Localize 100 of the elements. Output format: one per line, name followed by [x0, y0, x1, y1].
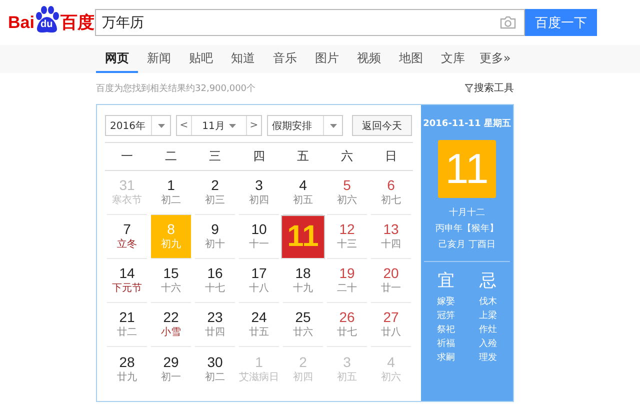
- month-select[interactable]: < 11月 >: [176, 115, 262, 136]
- lunar-date: 初七: [381, 194, 401, 208]
- day-cell[interactable]: 5 初六: [327, 171, 367, 215]
- weekday-label: 三: [208, 148, 222, 165]
- day-number: 3: [343, 354, 351, 370]
- suitable-item: 冠笄: [437, 310, 455, 323]
- day-number: 19: [339, 265, 355, 282]
- day-number: 3: [255, 177, 263, 194]
- year-select[interactable]: 2016年: [105, 115, 171, 136]
- day-number: 15: [163, 265, 179, 282]
- day-cell[interactable]: 28 廿九: [107, 347, 147, 391]
- day-number: 28: [119, 354, 135, 370]
- day-number: 8: [167, 221, 175, 238]
- day-number: 23: [207, 309, 223, 326]
- day-cell[interactable]: 24 廿五: [239, 303, 279, 347]
- day-number: 2: [299, 354, 307, 370]
- day-cell[interactable]: 19 二十: [327, 259, 367, 303]
- avoid-item: 作灶: [479, 324, 497, 337]
- lunar-date: 廿五: [249, 326, 269, 340]
- lunar-date: 初一: [161, 370, 181, 384]
- lunar-date: 十四: [381, 238, 401, 252]
- lunar-date: 初四: [249, 194, 269, 208]
- day-cell[interactable]: 14 下元节: [107, 259, 147, 303]
- day-cell[interactable]: 20 廿一: [371, 259, 411, 303]
- lunar-date: 初四: [293, 370, 313, 384]
- day-cell[interactable]: 12 十三: [327, 215, 367, 259]
- selected-date: 2016-11-11 星期五: [423, 118, 511, 130]
- day-number: 29: [163, 354, 179, 370]
- lunar-date: 十八: [249, 282, 269, 296]
- lunar-date: 二十: [337, 282, 357, 296]
- day-cell[interactable]: 10 十一: [239, 215, 279, 259]
- day-number: 18: [295, 265, 311, 282]
- logo-text: Bai: [8, 12, 34, 32]
- day-cell[interactable]: 25 廿六: [283, 303, 323, 347]
- avoid-item: 上梁: [479, 310, 497, 323]
- nav-tab[interactable]: 网页: [96, 45, 138, 73]
- lunar-date: 十七: [205, 282, 225, 296]
- day-number: 17: [251, 265, 267, 282]
- back-to-today-button[interactable]: 返回今天: [352, 115, 412, 136]
- weekday-label: 四: [252, 148, 266, 165]
- day-cell[interactable]: 3 初四: [239, 171, 279, 215]
- nav-tab[interactable]: 新闻: [138, 45, 180, 73]
- lunar-date: 廿九: [117, 370, 137, 384]
- lunar-date: 初六: [337, 194, 357, 208]
- day-number: 6: [387, 177, 395, 194]
- day-number: 12: [339, 221, 355, 238]
- next-month-button[interactable]: >: [246, 116, 261, 135]
- day-cell[interactable]: 23 廿四: [195, 303, 235, 347]
- day-number: 16: [207, 265, 223, 282]
- day-cell[interactable]: 27 廿八: [371, 303, 411, 347]
- day-cell[interactable]: 15 十六: [151, 259, 191, 303]
- day-cell[interactable]: 26 廿七: [327, 303, 367, 347]
- day-cell[interactable]: 29 初一: [151, 347, 191, 391]
- nav-tab[interactable]: 更多»: [474, 45, 516, 73]
- day-number: 5: [343, 177, 351, 194]
- nav-tab[interactable]: 文库: [432, 45, 474, 73]
- lunar-date: 艾滋病日: [239, 370, 279, 384]
- lunar-date: 初二: [161, 194, 181, 208]
- day-cell[interactable]: 22 小雪: [151, 303, 191, 347]
- lunar-date: 初九: [161, 238, 181, 252]
- day-number: 27: [383, 309, 399, 326]
- lunar-date: 初三: [205, 194, 225, 208]
- suitable-item: 求嗣: [437, 352, 455, 365]
- day-cell[interactable]: 17 十八: [239, 259, 279, 303]
- suitable-heading: 宜: [438, 270, 454, 293]
- lunar-date: 廿七: [337, 326, 357, 340]
- avoid-item: 入殓: [479, 338, 497, 351]
- lunar-date: 初六: [381, 370, 401, 384]
- search-tools-link[interactable]: 搜索工具: [465, 81, 514, 95]
- day-number: 31: [119, 177, 135, 194]
- holiday-select[interactable]: 假期安排: [267, 115, 343, 136]
- paw-icon: [34, 6, 60, 34]
- search-field[interactable]: 万年历: [95, 9, 525, 36]
- previous-month-button[interactable]: <: [177, 116, 192, 135]
- suitable-item: 祈福: [437, 338, 455, 351]
- day-cell[interactable]: 6 初七: [371, 171, 411, 215]
- camera-icon[interactable]: [500, 16, 516, 29]
- lunar-date: 初十: [205, 238, 225, 252]
- day-cell[interactable]: 18 十九: [283, 259, 323, 303]
- nav-tab[interactable]: 音乐: [264, 45, 306, 73]
- day-cell[interactable]: 7 立冬: [107, 215, 147, 259]
- nav-tab[interactable]: 视频: [348, 45, 390, 73]
- nav-tab[interactable]: 图片: [306, 45, 348, 73]
- nav-tab[interactable]: 知道: [222, 45, 264, 73]
- day-cell[interactable]: 2 初三: [195, 171, 235, 215]
- logo-text: du: [40, 20, 53, 30]
- day-number: 20: [383, 265, 399, 282]
- nav-tab[interactable]: 地图: [390, 45, 432, 73]
- day-number: 4: [387, 354, 395, 370]
- lunar-date: 下元节: [112, 282, 142, 296]
- day-cell[interactable]: 13 十四: [371, 215, 411, 259]
- day-cell[interactable]: 16 十七: [195, 259, 235, 303]
- search-button[interactable]: 百度一下: [525, 9, 597, 36]
- day-cell[interactable]: 9 初十: [195, 215, 235, 259]
- day-cell[interactable]: 30 初二: [195, 347, 235, 391]
- day-number: 22: [163, 309, 179, 326]
- day-number: 1: [255, 354, 263, 370]
- weekday-label: 一: [120, 148, 134, 165]
- nav-tab[interactable]: 贴吧: [180, 45, 222, 73]
- day-cell[interactable]: 21 廿二: [107, 303, 147, 347]
